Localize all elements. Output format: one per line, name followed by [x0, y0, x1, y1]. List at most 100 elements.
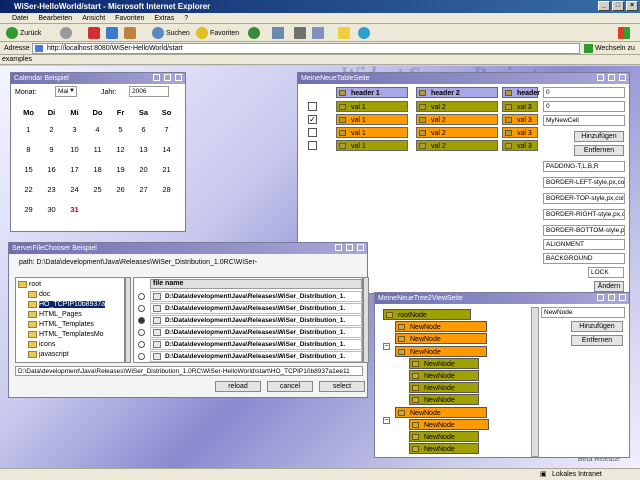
style-input[interactable]: BORDER-RIGHT-style,px,c: [543, 209, 625, 220]
tree-node[interactable]: NewNode: [409, 382, 479, 394]
file-chooser-title-bar[interactable]: ServerFileChooser Beispiel: [9, 243, 367, 254]
calendar-day[interactable]: 13: [132, 139, 155, 159]
calendar-day[interactable]: 9: [40, 139, 63, 159]
mail-button[interactable]: [272, 26, 284, 40]
menu-ansicht[interactable]: Ansicht: [82, 13, 105, 23]
file-row[interactable]: D:\Data\development\Java\Releases\WiSer_…: [150, 315, 362, 326]
tree-node[interactable]: NewNode: [409, 418, 489, 430]
calendar-day[interactable]: 23: [40, 179, 63, 199]
tree-folder-item[interactable]: doc: [28, 290, 50, 300]
search-button[interactable]: Suchen: [152, 26, 190, 40]
calendar-day[interactable]: 22: [17, 179, 40, 199]
collapse-toggle-icon[interactable]: −: [383, 343, 390, 350]
lock-input[interactable]: LOCK: [588, 267, 624, 278]
collapse-toggle-icon[interactable]: −: [383, 417, 390, 424]
address-input[interactable]: http://localhost:8080/WiSer-HelloWorld/s…: [32, 43, 580, 54]
file-radio[interactable]: [138, 329, 145, 336]
row-checkbox[interactable]: [308, 128, 317, 137]
selected-file-field[interactable]: D:\Data\development\Java\Releases\WiSer_…: [15, 366, 363, 376]
window-minimize-icon[interactable]: [597, 74, 604, 81]
file-list-scrollbar[interactable]: [363, 277, 369, 363]
window-maximize-icon[interactable]: [608, 294, 615, 301]
table-cell[interactable]: val 2: [416, 114, 498, 125]
tree-folder-item[interactable]: HTML_Templates: [28, 320, 94, 330]
tree-folder-item[interactable]: HTML_Pages: [28, 310, 82, 320]
file-radio[interactable]: [138, 305, 145, 312]
menu-extras[interactable]: Extras: [154, 13, 174, 23]
calendar-day[interactable]: 29: [17, 199, 40, 219]
calendar-day[interactable]: 30: [40, 199, 63, 219]
calendar-day[interactable]: 15: [17, 159, 40, 179]
calendar-day[interactable]: 1: [17, 119, 40, 139]
close-button[interactable]: ×: [626, 1, 638, 11]
refresh-button[interactable]: [106, 26, 118, 40]
window-minimize-icon[interactable]: [153, 74, 160, 81]
folder-tree-scrollbar[interactable]: [125, 277, 131, 363]
file-radio[interactable]: [138, 341, 145, 348]
menu-bearbeiten[interactable]: Bearbeiten: [38, 13, 72, 23]
tree-node[interactable]: NewNode: [395, 321, 487, 333]
menu-favoriten[interactable]: Favoriten: [115, 13, 144, 23]
tree-node[interactable]: NewNode: [409, 357, 479, 369]
window-maximize-icon[interactable]: [164, 74, 171, 81]
calendar-day[interactable]: 8: [17, 139, 40, 159]
window-maximize-icon[interactable]: [346, 244, 353, 251]
calendar-day[interactable]: 26: [109, 179, 132, 199]
calendar-day[interactable]: 17: [63, 159, 86, 179]
year-input[interactable]: 2006: [129, 86, 169, 97]
calendar-day[interactable]: 5: [109, 119, 132, 139]
tree-title-bar[interactable]: MeineNeueTree2ViewSeite: [375, 293, 629, 304]
tree-node[interactable]: NewNode: [409, 370, 479, 381]
tree-folder-item[interactable]: javascript: [28, 350, 69, 360]
back-button[interactable]: Zurück: [6, 26, 41, 40]
calendar-day[interactable]: 3: [63, 119, 86, 139]
folder-button[interactable]: [338, 26, 350, 40]
messenger-button[interactable]: [358, 26, 370, 40]
add-node-button[interactable]: Hinzufügen: [571, 321, 623, 332]
home-button[interactable]: [124, 26, 136, 40]
window-maximize-icon[interactable]: [608, 74, 615, 81]
table-cell[interactable]: val 1: [336, 101, 408, 112]
table-cell[interactable]: val 3: [502, 127, 538, 138]
window-close-icon[interactable]: [357, 244, 364, 251]
calendar-day[interactable]: 6: [132, 119, 155, 139]
calendar-day[interactable]: 25: [86, 179, 109, 199]
calendar-day[interactable]: 27: [132, 179, 155, 199]
calendar-day[interactable]: 14: [155, 139, 178, 159]
window-close-icon[interactable]: [619, 74, 626, 81]
stop-button[interactable]: [88, 26, 100, 40]
tree-node[interactable]: NewNode: [409, 443, 479, 455]
calendar-day[interactable]: 31: [63, 199, 86, 219]
tree-node[interactable]: NewNode: [395, 406, 487, 418]
minimize-button[interactable]: _: [598, 1, 610, 11]
calendar-day[interactable]: 4: [86, 119, 109, 139]
menu-datei[interactable]: Datei: [12, 13, 28, 23]
file-row[interactable]: D:\Data\development\Java\Releases\WiSer_…: [150, 327, 362, 338]
cancel-button[interactable]: cancel: [267, 381, 313, 392]
file-row[interactable]: D:\Data\development\Java\Releases\WiSer_…: [150, 303, 362, 314]
file-row[interactable]: D:\Data\development\Java\Releases\WiSer_…: [150, 291, 362, 302]
select-button[interactable]: select: [319, 381, 365, 392]
window-close-icon[interactable]: [619, 294, 626, 301]
print-button[interactable]: [294, 26, 306, 40]
cell-input[interactable]: 0: [543, 101, 625, 112]
maximize-button[interactable]: □: [612, 1, 624, 11]
add-cell-button[interactable]: Hinzufügen: [574, 131, 624, 142]
tree-node[interactable]: NewNode: [409, 394, 479, 406]
row-checkbox[interactable]: [308, 141, 317, 150]
tree-folder-item[interactable]: icons: [28, 340, 55, 350]
menu-help[interactable]: ?: [184, 13, 188, 23]
table-cell[interactable]: val 2: [416, 127, 498, 138]
calendar-day[interactable]: 2: [40, 119, 63, 139]
table-title-bar[interactable]: MeineNeueTableSeite: [298, 73, 629, 84]
links-text[interactable]: examples: [2, 56, 32, 63]
tree-node[interactable]: NewNode: [409, 431, 479, 442]
calendar-day[interactable]: 21: [155, 159, 178, 179]
style-input[interactable]: BORDER-LEFT-style,px,co: [543, 177, 625, 188]
file-radio[interactable]: [138, 317, 145, 324]
table-cell[interactable]: val 3: [502, 140, 538, 151]
file-radio[interactable]: [138, 353, 145, 360]
edit-button[interactable]: [312, 26, 324, 40]
file-row[interactable]: D:\Data\development\Java\Releases\WiSer_…: [150, 351, 362, 362]
file-column-header[interactable]: file name: [150, 279, 362, 289]
